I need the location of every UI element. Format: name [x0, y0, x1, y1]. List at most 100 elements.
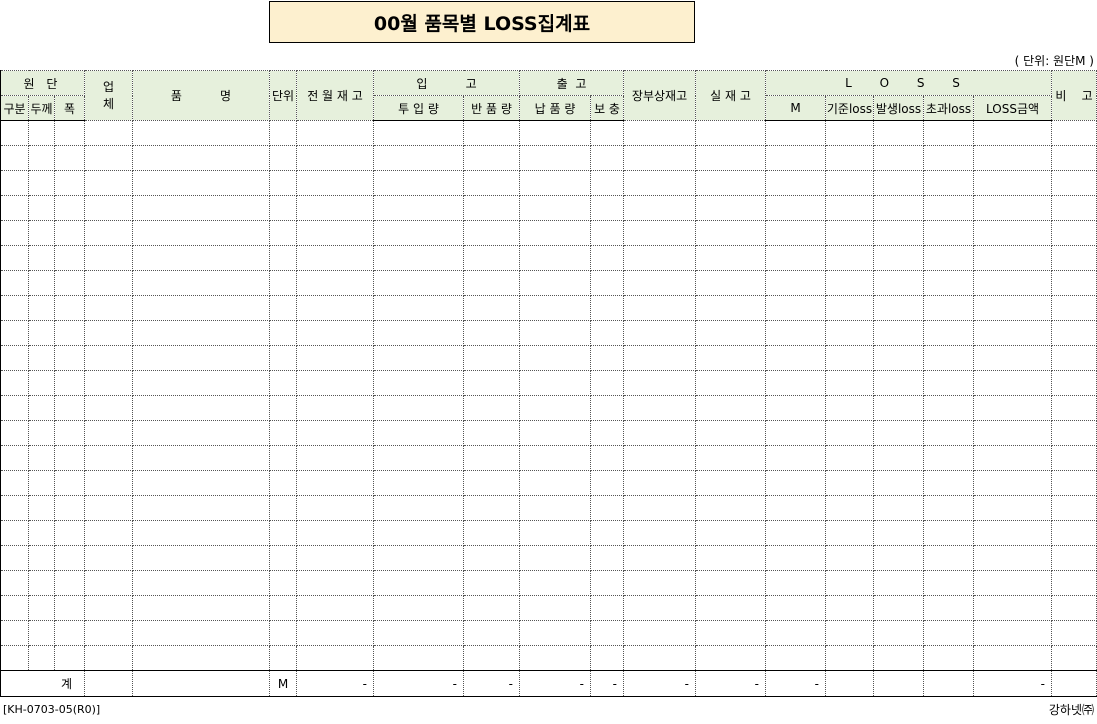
table-cell[interactable] — [825, 270, 875, 296]
table-cell[interactable] — [1051, 120, 1097, 146]
table-cell[interactable] — [923, 195, 975, 221]
table-cell[interactable] — [873, 520, 925, 546]
table-cell[interactable] — [873, 545, 925, 571]
table-cell[interactable] — [462, 470, 521, 496]
table-cell[interactable] — [519, 445, 592, 471]
table-cell[interactable] — [1051, 345, 1097, 371]
table-cell[interactable] — [0, 520, 29, 546]
table-cell[interactable] — [269, 545, 297, 571]
table-cell[interactable] — [519, 370, 592, 396]
table-cell[interactable] — [296, 295, 374, 321]
table-cell[interactable] — [873, 270, 925, 296]
table-cell[interactable] — [923, 545, 975, 571]
table-cell[interactable] — [519, 120, 592, 146]
table-cell[interactable] — [373, 570, 464, 596]
table-cell[interactable] — [825, 645, 875, 671]
table-cell[interactable] — [1051, 520, 1097, 546]
table-cell[interactable] — [132, 345, 270, 371]
table-cell[interactable] — [873, 245, 925, 271]
table-cell[interactable] — [695, 120, 767, 146]
table-cell[interactable] — [765, 495, 827, 521]
table-cell[interactable] — [132, 495, 270, 521]
table-cell[interactable] — [923, 645, 975, 671]
table-cell[interactable] — [765, 145, 827, 171]
table-cell[interactable] — [84, 220, 133, 246]
table-cell[interactable] — [923, 395, 975, 421]
table-cell[interactable] — [28, 395, 55, 421]
table-cell[interactable] — [590, 620, 625, 646]
table-cell[interactable] — [765, 420, 827, 446]
table-cell[interactable] — [873, 470, 925, 496]
table-cell[interactable] — [973, 395, 1053, 421]
table-cell[interactable] — [28, 270, 55, 296]
table-cell[interactable] — [269, 370, 297, 396]
table-cell[interactable] — [973, 470, 1053, 496]
table-cell[interactable] — [132, 445, 270, 471]
table-cell[interactable] — [1051, 445, 1097, 471]
table-cell[interactable] — [84, 395, 133, 421]
table-cell[interactable] — [623, 345, 697, 371]
table-cell[interactable] — [0, 120, 29, 146]
table-cell[interactable] — [825, 220, 875, 246]
table-cell[interactable] — [296, 420, 374, 446]
table-cell[interactable] — [1051, 195, 1097, 221]
table-cell[interactable] — [590, 395, 625, 421]
table-cell[interactable] — [28, 470, 55, 496]
table-cell[interactable] — [373, 270, 464, 296]
table-cell[interactable] — [1051, 295, 1097, 321]
table-cell[interactable] — [623, 120, 697, 146]
table-cell[interactable] — [269, 345, 297, 371]
table-cell[interactable] — [462, 495, 521, 521]
table-cell[interactable] — [132, 545, 270, 571]
table-cell[interactable] — [373, 595, 464, 621]
table-cell[interactable] — [590, 470, 625, 496]
table-cell[interactable] — [519, 195, 592, 221]
table-cell[interactable] — [28, 445, 55, 471]
table-cell[interactable] — [973, 270, 1053, 296]
table-cell[interactable] — [765, 270, 827, 296]
table-cell[interactable] — [84, 245, 133, 271]
table-cell[interactable] — [0, 245, 29, 271]
table-cell[interactable] — [373, 295, 464, 321]
table-cell[interactable] — [132, 595, 270, 621]
table-cell[interactable] — [873, 420, 925, 446]
table-cell[interactable] — [519, 645, 592, 671]
table-cell[interactable] — [765, 245, 827, 271]
table-cell[interactable] — [623, 520, 697, 546]
table-cell[interactable] — [765, 320, 827, 346]
table-cell[interactable] — [1051, 145, 1097, 171]
table-cell[interactable] — [269, 220, 297, 246]
table-cell[interactable] — [519, 220, 592, 246]
table-cell[interactable] — [28, 220, 55, 246]
table-cell[interactable] — [623, 495, 697, 521]
table-cell[interactable] — [54, 370, 85, 396]
table-cell[interactable] — [765, 345, 827, 371]
table-cell[interactable] — [84, 445, 133, 471]
table-cell[interactable] — [132, 395, 270, 421]
table-cell[interactable] — [923, 495, 975, 521]
table-cell[interactable] — [623, 245, 697, 271]
table-cell[interactable] — [695, 295, 767, 321]
table-cell[interactable] — [132, 570, 270, 596]
table-cell[interactable] — [695, 495, 767, 521]
table-cell[interactable] — [623, 295, 697, 321]
table-cell[interactable] — [590, 645, 625, 671]
table-cell[interactable] — [28, 120, 55, 146]
table-cell[interactable] — [132, 470, 270, 496]
table-cell[interactable] — [1051, 270, 1097, 296]
table-cell[interactable] — [0, 570, 29, 596]
table-cell[interactable] — [373, 195, 464, 221]
table-cell[interactable] — [54, 545, 85, 571]
table-cell[interactable] — [28, 345, 55, 371]
table-cell[interactable] — [519, 570, 592, 596]
table-cell[interactable] — [973, 195, 1053, 221]
table-cell[interactable] — [590, 170, 625, 196]
table-cell[interactable] — [590, 345, 625, 371]
table-cell[interactable] — [132, 420, 270, 446]
table-cell[interactable] — [296, 195, 374, 221]
table-cell[interactable] — [623, 420, 697, 446]
table-cell[interactable] — [373, 245, 464, 271]
table-cell[interactable] — [590, 195, 625, 221]
table-cell[interactable] — [296, 545, 374, 571]
table-cell[interactable] — [695, 395, 767, 421]
